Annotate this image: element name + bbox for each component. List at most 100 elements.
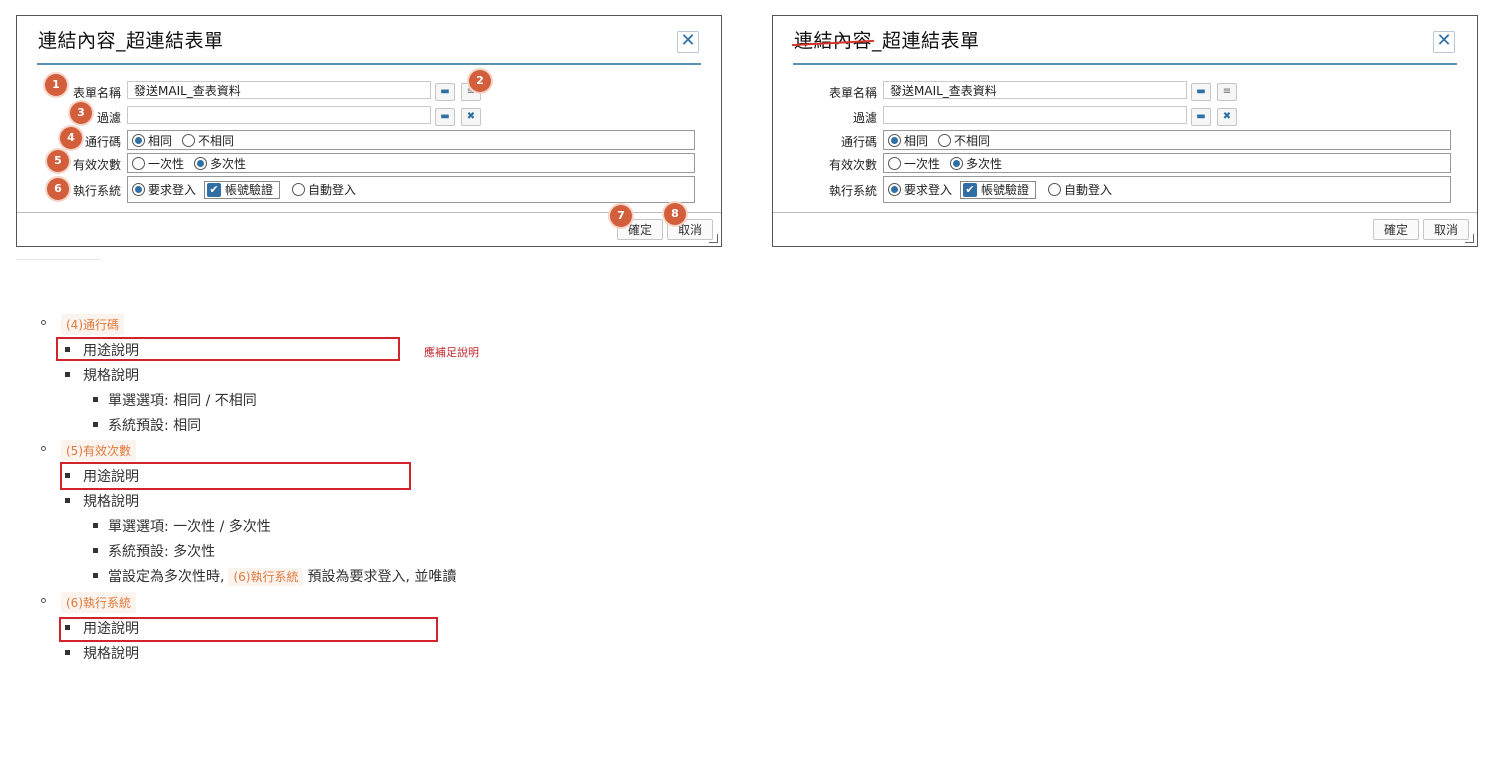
- exec-system-spec: 規格說明: [83, 646, 139, 662]
- account-verify-checkbox[interactable]: ✔ 帳號驗證: [204, 180, 281, 199]
- bullet-square: [65, 498, 70, 503]
- bullet-square: [93, 422, 98, 427]
- bullet-circle: [41, 446, 46, 451]
- radio-icon: [292, 183, 306, 196]
- exec-system-label: 執行系統: [72, 184, 121, 198]
- callout-badge-5: 5: [47, 150, 69, 172]
- valid-count-options: 一次性 多次性: [127, 153, 695, 173]
- passcode-options-note: 單選選項: 相同 / 不相同: [108, 393, 257, 409]
- exec-system-row: 執行系統 要求登入 ✔ 帳號驗證 自動登入: [17, 175, 721, 203]
- valid-count-options: 一次性 多次性: [883, 153, 1451, 173]
- radio-icon: [1048, 183, 1062, 196]
- title-divider: [793, 63, 1457, 65]
- valid-count-label: 有效次數: [828, 158, 877, 172]
- radio-selected-icon: [132, 183, 145, 196]
- dialog-title: 連結內容_超連結表單: [38, 30, 224, 52]
- folder-open-icon[interactable]: ▬: [435, 83, 455, 101]
- passcode-different-option[interactable]: 不相同: [180, 132, 234, 149]
- ok-button[interactable]: 確定: [1372, 219, 1419, 240]
- clear-icon[interactable]: ✖: [1217, 108, 1237, 126]
- exec-login-option[interactable]: 要求登入: [130, 181, 196, 198]
- account-verify-checkbox[interactable]: ✔ 帳號驗證: [960, 180, 1037, 199]
- section-tag-valid-count: (5)有效次數: [61, 440, 136, 461]
- callout-badge-4: 4: [60, 127, 82, 149]
- valid-count-default-note: 系統預設: 多次性: [108, 544, 216, 560]
- close-icon: ✕: [1436, 30, 1452, 51]
- folder-open-icon[interactable]: ▬: [1191, 108, 1211, 126]
- folder-open-icon[interactable]: ▬: [435, 108, 455, 126]
- valid-once-option[interactable]: 一次性: [886, 155, 940, 172]
- passcode-label: 通行碼: [840, 135, 877, 149]
- close-button[interactable]: ✕: [677, 31, 699, 53]
- callout-badge-3: 3: [70, 102, 92, 124]
- bullet-square: [65, 650, 70, 655]
- passcode-same-option[interactable]: 相同: [130, 132, 172, 149]
- passcode-same-option[interactable]: 相同: [886, 132, 928, 149]
- callout-badge-7: 7: [610, 205, 632, 227]
- passcode-row: 通行碼 相同 不相同: [773, 129, 1477, 151]
- review-highlight-box: [60, 462, 411, 490]
- radio-selected-icon: [888, 133, 901, 147]
- clear-icon[interactable]: ✖: [461, 108, 481, 126]
- bullet-square: [93, 397, 98, 402]
- exec-auto-login-option[interactable]: 自動登入: [1046, 181, 1112, 198]
- radio-icon: [938, 133, 952, 147]
- passcode-options: 相同 不相同: [883, 130, 1451, 150]
- section-tag-exec-system: (6)執行系統: [61, 592, 136, 613]
- resize-grip-icon[interactable]: [1465, 234, 1474, 243]
- radio-icon: [182, 133, 196, 147]
- review-highlight-box: [59, 617, 438, 642]
- filter-input[interactable]: [883, 106, 1187, 124]
- hyperlink-form-dialog: 連結內容_超連結表單 ✕ 表單名稱 ▬ ≡ 過濾 ▬ ✖ 通行碼 相同 不相同 …: [772, 15, 1478, 247]
- valid-multi-option[interactable]: 多次性: [948, 155, 1002, 172]
- close-icon: ✕: [680, 30, 696, 51]
- footer-divider: [773, 212, 1477, 213]
- valid-count-row: 有效次數 一次性 多次性: [773, 152, 1477, 174]
- close-button[interactable]: ✕: [1433, 31, 1455, 53]
- inline-tag-exec-system: (6)執行系統: [228, 568, 304, 586]
- passcode-spec: 規格說明: [83, 368, 139, 384]
- checkmark-icon: ✔: [963, 182, 978, 197]
- valid-count-spec: 規格說明: [83, 494, 139, 510]
- bullet-square: [65, 372, 70, 377]
- exec-system-options: 要求登入 ✔ 帳號驗證 自動登入: [127, 176, 695, 203]
- valid-count-label: 有效次數: [72, 158, 121, 172]
- valid-count-row: 有效次數 一次性 多次性: [17, 152, 721, 174]
- filter-icon[interactable]: ≡: [1217, 83, 1237, 101]
- bullet-circle: [41, 320, 46, 325]
- bullet-square: [93, 523, 98, 528]
- cancel-button[interactable]: 取消: [1422, 219, 1469, 240]
- resize-grip-icon[interactable]: [709, 234, 718, 243]
- form-name-input[interactable]: [127, 81, 431, 99]
- form-name-row: 表單名稱 ▬ ≡: [773, 80, 1477, 102]
- section-tag-passcode: (4)通行碼: [61, 314, 124, 335]
- separator-line: [16, 259, 100, 260]
- valid-multi-option[interactable]: 多次性: [192, 155, 246, 172]
- callout-badge-1: 1: [45, 74, 67, 96]
- filter-input[interactable]: [127, 106, 431, 124]
- valid-once-option[interactable]: 一次性: [130, 155, 184, 172]
- exec-system-label: 執行系統: [828, 184, 877, 198]
- folder-open-icon[interactable]: ▬: [1191, 83, 1211, 101]
- radio-selected-icon: [132, 133, 145, 147]
- callout-badge-8: 8: [664, 203, 686, 225]
- radio-icon: [888, 156, 901, 170]
- exec-login-option[interactable]: 要求登入: [886, 181, 952, 198]
- form-name-input[interactable]: [883, 81, 1187, 99]
- bullet-circle: [41, 598, 46, 603]
- form-name-label: 表單名稱: [828, 86, 877, 100]
- passcode-default-note: 系統預設: 相同: [108, 418, 202, 434]
- title-strikethrough: 連結內容: [794, 30, 873, 52]
- passcode-row: 通行碼 相同 不相同: [17, 129, 721, 151]
- title-divider: [37, 63, 701, 65]
- review-highlight-box: [56, 337, 400, 361]
- valid-count-options-note: 單選選項: 一次性 / 多次性: [108, 519, 271, 535]
- passcode-different-option[interactable]: 不相同: [936, 132, 990, 149]
- valid-count-rule-note: 當設定為多次性時, (6)執行系統 預設為要求登入, 並唯讀: [108, 568, 457, 586]
- callout-badge-6: 6: [47, 178, 69, 200]
- exec-auto-login-option[interactable]: 自動登入: [290, 181, 356, 198]
- exec-system-options: 要求登入 ✔ 帳號驗證 自動登入: [883, 176, 1451, 203]
- filter-row: 過濾 ▬ ✖: [17, 105, 721, 127]
- filter-label: 過濾: [852, 111, 877, 125]
- bullet-square: [93, 573, 98, 578]
